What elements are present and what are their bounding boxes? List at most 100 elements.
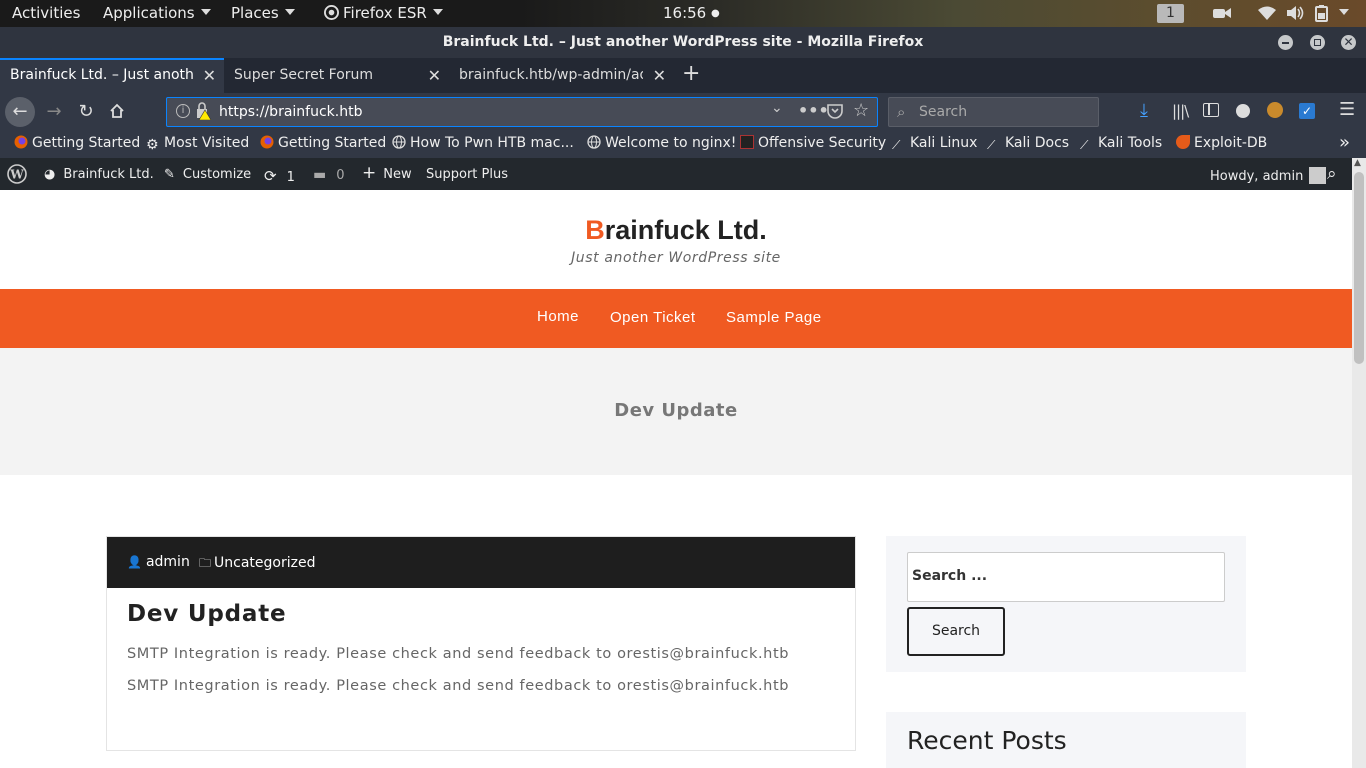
site-title-rest: rainfuck Ltd. — [604, 215, 767, 245]
page-content: W ◕ Brainfuck Ltd. ✎ Customize ⟳ 1 ▬ 0 + New … — [0, 158, 1352, 768]
forward-arrow-icon[interactable]: → — [40, 98, 68, 126]
library-icon[interactable]: |||\ — [1172, 102, 1189, 120]
checkbox-extension-icon[interactable]: ✓ — [1299, 103, 1315, 119]
bookmark-getting-started-2[interactable]: Getting Started — [260, 135, 386, 151]
page-actions-icon[interactable]: ••• — [798, 101, 829, 120]
info-icon[interactable]: i — [176, 104, 190, 118]
sidebar-toggle-icon[interactable] — [1203, 103, 1219, 117]
tab-wp-admin[interactable]: brainfuck.htb/wp-admin/admin.php ✕ — [449, 58, 674, 93]
bookmarks-overflow-chevron-icon[interactable]: » — [1339, 132, 1350, 153]
cookie-extension-icon[interactable] — [1267, 102, 1283, 118]
search-bar[interactable]: ⌕ Search — [888, 97, 1099, 127]
wp-comments-link[interactable]: ▬ 0 — [313, 167, 345, 183]
applications-menu[interactable]: Applications — [103, 4, 211, 22]
url-dropdown-chevron-icon[interactable]: ⌄ — [771, 100, 783, 116]
tab-brainfuck-home[interactable]: Brainfuck Ltd. – Just another WordPress … — [0, 58, 224, 93]
bookmark-star-icon[interactable]: ☆ — [853, 100, 869, 121]
post-title[interactable]: Dev Update — [127, 601, 286, 627]
post-paragraph: SMTP Integration is ready. Please check … — [127, 646, 790, 662]
firefox-icon — [14, 135, 28, 149]
scroll-up-arrow-icon[interactable]: ▲ — [1354, 158, 1361, 168]
firefox-app-menu[interactable]: Firefox ESR — [324, 4, 443, 22]
wp-updates-link[interactable]: ⟳ 1 — [264, 167, 295, 185]
avatar — [1309, 167, 1327, 184]
menu-item-sample-page[interactable]: Sample Page — [726, 309, 822, 326]
video-icon[interactable] — [1213, 6, 1231, 24]
url-text[interactable]: https://brainfuck.htb — [219, 104, 362, 120]
bookmark-label: Exploit-DB — [1194, 135, 1268, 151]
bookmark-kali-tools[interactable]: ⟋ Kali Tools — [1080, 135, 1162, 152]
battery-icon[interactable] — [1315, 5, 1329, 26]
bookmark-kali-docs[interactable]: ⟋ Kali Docs — [987, 135, 1069, 152]
bookmark-label: Kali Linux — [910, 135, 978, 151]
tab-close-icon[interactable]: ✕ — [428, 58, 441, 93]
chevron-down-icon — [284, 9, 295, 15]
minimize-icon[interactable] — [1278, 35, 1293, 50]
close-window-icon[interactable]: ✕ — [1341, 35, 1356, 50]
offsec-icon — [740, 135, 754, 149]
menu-item-home[interactable]: Home — [537, 308, 579, 325]
chevron-down-icon — [432, 9, 443, 15]
bookmark-how-to-pwn[interactable]: How To Pwn HTB mac... — [392, 135, 574, 151]
system-menu-chevron-icon[interactable] — [1333, 4, 1349, 22]
wp-customize-link[interactable]: ✎ Customize — [164, 167, 251, 182]
hamburger-menu-icon[interactable]: ☰ — [1339, 99, 1355, 120]
bookmark-welcome-nginx[interactable]: Welcome to nginx! — [587, 135, 736, 151]
new-tab-plus-icon[interactable]: + — [682, 61, 700, 86]
tab-close-icon[interactable]: ✕ — [203, 60, 216, 91]
url-bar[interactable]: i https://brainfuck.htb ⌄ ••• ☆ — [166, 97, 878, 127]
clock[interactable]: 16:56 ● — [663, 4, 720, 22]
wp-support-plus-link[interactable]: Support Plus — [426, 167, 508, 182]
gear-icon: ⚙ — [146, 137, 159, 153]
site-header: Brainfuck Ltd. Just another WordPress si… — [0, 190, 1352, 289]
wordpress-logo-icon[interactable]: W — [7, 164, 27, 188]
sidebar-search-input[interactable]: Search ... — [907, 552, 1225, 602]
wp-admin-bar: W ◕ Brainfuck Ltd. ✎ Customize ⟳ 1 ▬ 0 + New … — [0, 158, 1352, 190]
scrollbar-thumb[interactable] — [1354, 172, 1364, 364]
tab-label: Brainfuck Ltd. – Just another WordPress … — [10, 67, 194, 83]
tab-close-icon[interactable]: ✕ — [653, 58, 666, 93]
wp-site-label: Brainfuck Ltd. — [63, 167, 154, 182]
home-icon[interactable] — [103, 98, 131, 126]
bookmark-most-visited[interactable]: ⚙ Most Visited — [146, 135, 249, 152]
bookmark-label: Getting Started — [32, 135, 141, 151]
maximize-icon[interactable] — [1310, 35, 1325, 50]
post-author-link[interactable]: 👤 admin — [127, 554, 190, 570]
site-title[interactable]: Brainfuck Ltd. — [0, 215, 1352, 246]
bookmark-label: Kali Docs — [1005, 135, 1070, 151]
banner-title: Dev Update — [614, 400, 738, 421]
volume-icon[interactable] — [1286, 5, 1304, 25]
bookmark-exploit-db[interactable]: Exploit-DB — [1176, 135, 1267, 151]
places-menu[interactable]: Places — [231, 4, 295, 22]
back-arrow-icon[interactable]: ← — [5, 97, 35, 127]
search-icon: ⌕ — [897, 103, 906, 121]
paintbrush-icon: ✎ — [164, 167, 175, 182]
activities-button[interactable]: Activities — [12, 4, 80, 22]
bookmark-label: Most Visited — [164, 135, 250, 151]
window-title: Brainfuck Ltd. – Just another WordPress … — [442, 34, 924, 50]
menu-item-open-ticket[interactable]: Open Ticket — [610, 309, 696, 326]
site-title-initial: B — [585, 215, 605, 245]
sidebar-search-button[interactable]: Search — [907, 607, 1005, 656]
post-category-link[interactable]: 🗀 Uncategorized — [199, 554, 315, 575]
downloads-icon[interactable]: ⤓ — [1140, 100, 1148, 121]
pocket-icon[interactable] — [827, 103, 843, 123]
exploitdb-icon — [1176, 135, 1190, 149]
search-bar-placeholder: Search — [919, 104, 968, 120]
bookmark-kali-linux[interactable]: ⟋ Kali Linux — [892, 135, 977, 152]
wp-new-link[interactable]: + New — [362, 165, 412, 183]
reload-icon[interactable]: ↻ — [72, 98, 100, 126]
wp-search-icon[interactable]: ⌕ — [1327, 164, 1337, 184]
post-category: Uncategorized — [214, 555, 316, 571]
account-icon[interactable] — [1236, 104, 1250, 118]
wp-site-link[interactable]: ◕ Brainfuck Ltd. — [44, 167, 154, 182]
wp-howdy-account[interactable]: Howdy, admin — [1210, 167, 1327, 184]
bookmark-label: Welcome to nginx! — [605, 135, 737, 151]
wifi-icon[interactable] — [1258, 6, 1276, 25]
tab-super-secret-forum[interactable]: Super Secret Forum ✕ — [224, 58, 449, 93]
workspace-indicator[interactable]: 1 — [1157, 4, 1184, 23]
clock-label: 16:56 — [663, 4, 707, 22]
bookmark-offensive-security[interactable]: Offensive Security — [740, 135, 886, 151]
insecure-lock-warning-icon[interactable] — [195, 102, 212, 124]
bookmark-getting-started[interactable]: Getting Started — [14, 135, 140, 151]
